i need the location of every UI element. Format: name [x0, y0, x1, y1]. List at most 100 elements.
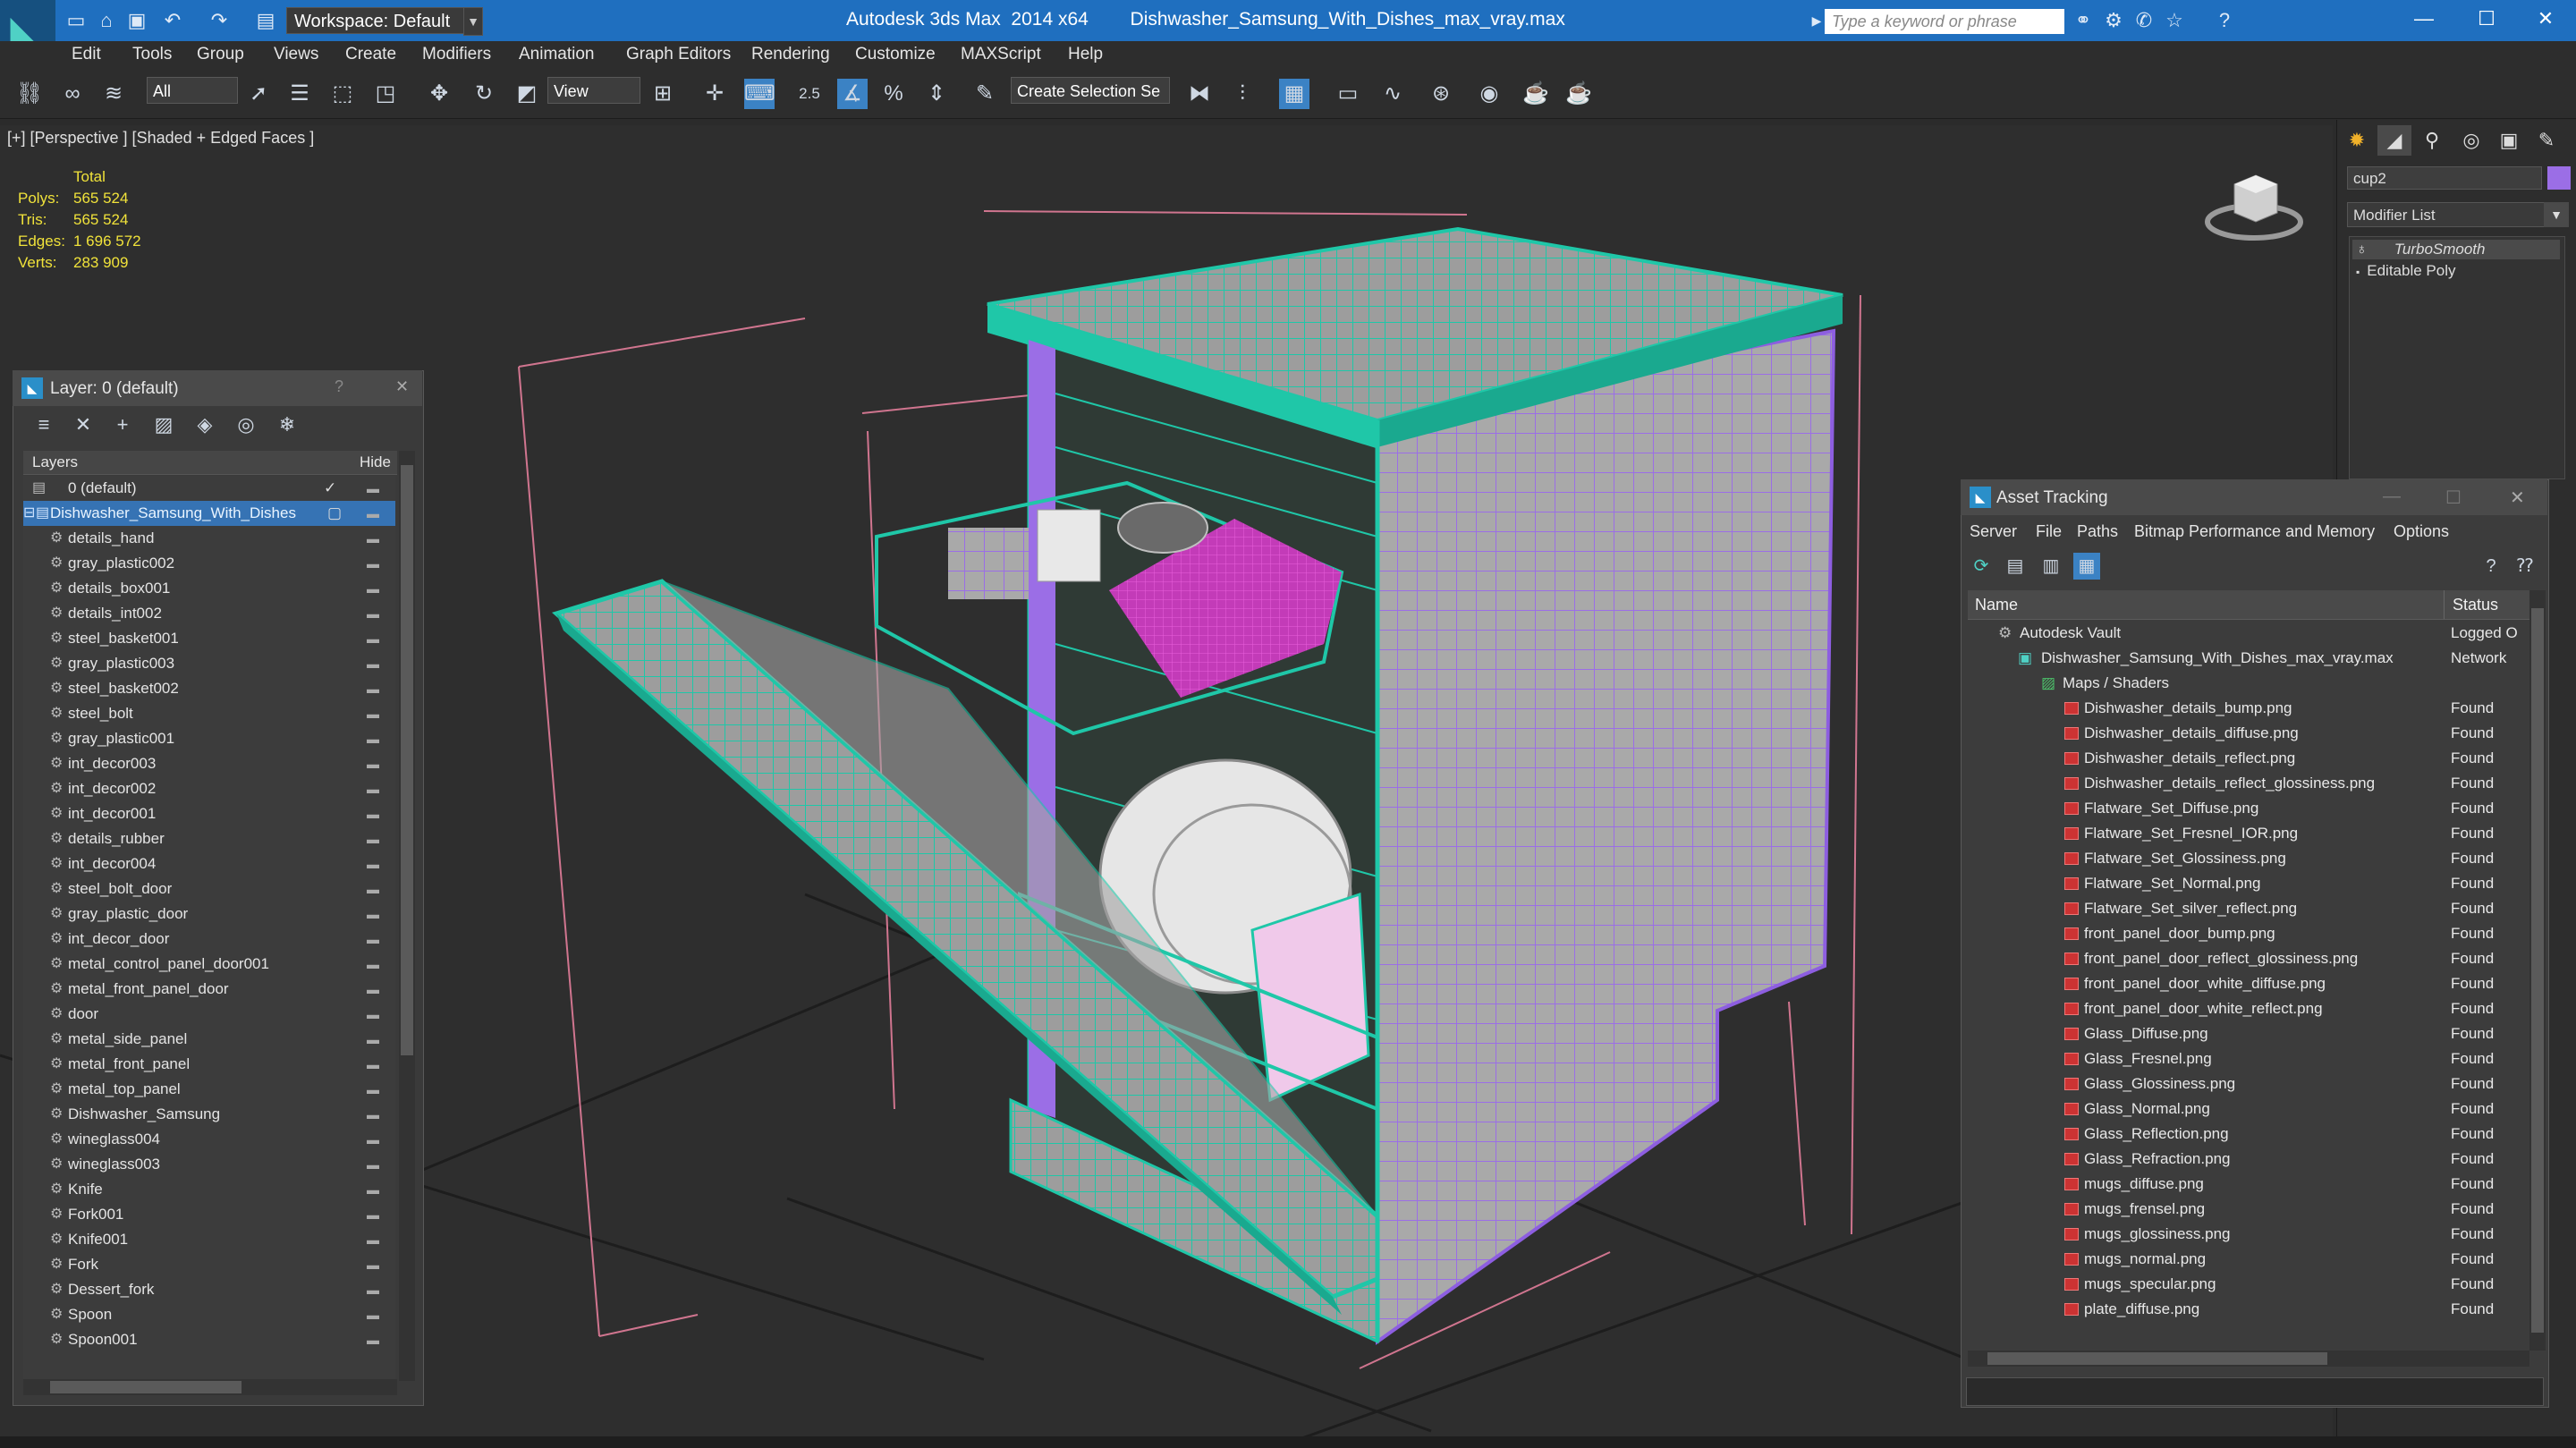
asset-row-png[interactable]: Dishwasher_details_diffuse.png Found	[1968, 721, 2529, 746]
asset-row-png[interactable]: Glass_Normal.png Found	[1968, 1097, 2529, 1122]
status-column-header[interactable]: Status	[2453, 596, 2498, 614]
object-row[interactable]: ⚙ int_decor002 ▬	[23, 776, 395, 801]
asset-row-png[interactable]: front_panel_door_white_reflect.png Found	[1968, 996, 2529, 1021]
hide-toggle[interactable]: ▬	[367, 1127, 379, 1152]
menu-modifiers[interactable]: Modifiers	[422, 45, 491, 64]
object-row[interactable]: ⚙ metal_control_panel_door001 ▬	[23, 952, 395, 977]
current-layer-box[interactable]: ▢	[327, 501, 342, 526]
layer-row-dishwasher[interactable]: ⊟ ▤ Dishwasher_Samsung_With_Dishes ▢ ▬	[23, 501, 395, 526]
edit-named-selection-icon[interactable]: ✎	[970, 79, 1000, 109]
hide-toggle[interactable]: ▬	[367, 927, 379, 952]
help-icon[interactable]: ?	[2213, 9, 2236, 32]
modifier-editable-poly[interactable]: ▪ Editable Poly	[2352, 261, 2560, 281]
object-row[interactable]: ⚙ details_box001 ▬	[23, 576, 395, 601]
object-row[interactable]: ⚙ metal_top_panel ▬	[23, 1077, 395, 1102]
hide-toggle[interactable]: ▬	[367, 1077, 379, 1102]
object-row[interactable]: ⚙ Dishwasher_Samsung ▬	[23, 1102, 395, 1127]
object-row[interactable]: ⚙ gray_plastic_door ▬	[23, 902, 395, 927]
object-row[interactable]: ⚙ Spoon ▬	[23, 1302, 395, 1327]
layer-list-hscroll-thumb[interactable]	[50, 1381, 242, 1393]
details-view-icon[interactable]: ▥	[2038, 553, 2064, 580]
asset-row-png[interactable]: Glass_Fresnel.png Found	[1968, 1046, 2529, 1071]
hide-toggle[interactable]: ▬	[367, 1002, 379, 1027]
project-folder-icon[interactable]: ▤	[254, 9, 277, 32]
hide-toggle[interactable]: ▬	[367, 851, 379, 876]
modifier-list-dropdown[interactable]: Modifier List	[2347, 202, 2560, 227]
hide-toggle[interactable]: ▬	[367, 1177, 379, 1202]
open-file-icon[interactable]: ⌂	[95, 9, 118, 32]
maximize-button[interactable]: ☐	[2469, 5, 2504, 32]
object-row[interactable]: ⚙ steel_bolt ▬	[23, 701, 395, 726]
redo-icon[interactable]: ↷	[208, 9, 231, 32]
asset-row-png[interactable]: Dishwasher_details_reflect.png Found	[1968, 746, 2529, 771]
asset-list-scroll-thumb[interactable]	[2531, 608, 2544, 1333]
viewport-label[interactable]: [+] [Perspective ] [Shaded + Edged Faces…	[7, 129, 314, 148]
highlight-layer-icon[interactable]: ◈	[190, 410, 220, 440]
asset-menu-paths[interactable]: Paths	[2077, 522, 2118, 541]
snaps-toggle-icon[interactable]: 2.5	[794, 79, 825, 109]
hide-toggle[interactable]: ▬	[367, 1277, 379, 1302]
object-row[interactable]: ⚙ wineglass004 ▬	[23, 1127, 395, 1152]
asset-row-png[interactable]: Dishwasher_details_bump.png Found	[1968, 696, 2529, 721]
asset-row-png[interactable]: front_panel_door_reflect_glossiness.png F…	[1968, 946, 2529, 971]
object-row[interactable]: ⚙ int_decor_door ▬	[23, 927, 395, 952]
window-crossing-icon[interactable]: ◳	[370, 79, 401, 109]
asset-row-png[interactable]: plate_diffuse.png Found	[1968, 1297, 2529, 1322]
close-button[interactable]: ✕	[2510, 487, 2525, 509]
selection-filter-dropdown[interactable]: All	[147, 77, 238, 104]
menu-rendering[interactable]: Rendering	[751, 45, 830, 64]
hide-toggle[interactable]: ▬	[367, 1152, 379, 1177]
pivot-center-icon[interactable]: ⊞	[648, 79, 678, 109]
asset-menu-options[interactable]: Options	[2394, 522, 2449, 541]
menu-animation[interactable]: Animation	[519, 45, 595, 64]
list-view-icon[interactable]: ▤	[2002, 553, 2029, 580]
unlink-icon[interactable]: ∞	[57, 79, 88, 109]
object-row[interactable]: ⚙ Dessert_fork ▬	[23, 1277, 395, 1302]
material-editor-icon[interactable]: ◉	[1474, 79, 1504, 109]
table-view-icon[interactable]: ▦	[2073, 553, 2100, 580]
hide-toggle[interactable]: ▬	[367, 801, 379, 826]
object-row[interactable]: ⚙ int_decor004 ▬	[23, 851, 395, 876]
object-row[interactable]: ⚙ gray_plastic003 ▬	[23, 651, 395, 676]
move-icon[interactable]: ✥	[424, 79, 454, 109]
asset-row-png[interactable]: Flatware_Set_Fresnel_IOR.png Found	[1968, 821, 2529, 846]
object-row[interactable]: ⚙ int_decor001 ▬	[23, 801, 395, 826]
hide-toggle[interactable]: ▬	[367, 751, 379, 776]
asset-row-max-file[interactable]: ▣ Dishwasher_Samsung_With_Dishes_max_vray…	[1968, 646, 2529, 671]
object-row[interactable]: ⚙ steel_basket002 ▬	[23, 676, 395, 701]
current-layer-check[interactable]: ✓	[324, 476, 336, 501]
hide-column-header[interactable]: Hide	[360, 453, 391, 471]
workspace-dropdown[interactable]: Workspace: Default	[286, 7, 474, 34]
menu-customize[interactable]: Customize	[855, 45, 936, 64]
render-production-icon[interactable]: ☕	[1563, 79, 1594, 109]
hide-toggle[interactable]: ▬	[367, 726, 379, 751]
object-row[interactable]: ⚙ details_int002 ▬	[23, 601, 395, 626]
object-row[interactable]: ⚙ int_decor003 ▬	[23, 751, 395, 776]
asset-row-png[interactable]: Glass_Diffuse.png Found	[1968, 1021, 2529, 1046]
asset-menu-server[interactable]: Server	[1970, 522, 2017, 541]
motion-tab-icon[interactable]: ◎	[2454, 125, 2488, 156]
graphite-ribbon-icon[interactable]: ▭	[1333, 79, 1363, 109]
hide-toggle[interactable]: ▬	[367, 551, 379, 576]
hide-toggle[interactable]: ▬	[367, 501, 379, 526]
asset-row-png[interactable]: Flatware_Set_silver_reflect.png Found	[1968, 896, 2529, 921]
minimize-button[interactable]: —	[2406, 5, 2442, 32]
undo-icon[interactable]: ↶	[161, 9, 184, 32]
communication-icon[interactable]: ✆	[2132, 9, 2156, 32]
hide-toggle[interactable]: ▬	[367, 626, 379, 651]
asset-row-png[interactable]: Glass_Refraction.png Found	[1968, 1147, 2529, 1172]
delete-layer-icon[interactable]: ✕	[68, 410, 98, 440]
hide-toggle[interactable]: ▬	[367, 601, 379, 626]
hide-toggle[interactable]: ▬	[367, 1102, 379, 1127]
hide-toggle[interactable]: ▬	[367, 701, 379, 726]
favorites-icon[interactable]: ☆	[2163, 9, 2186, 32]
menu-create[interactable]: Create	[345, 45, 396, 64]
asset-row-png[interactable]: Dishwasher_details_reflect_glossiness.pn…	[1968, 771, 2529, 796]
collapse-icon[interactable]: ⊟	[23, 501, 35, 526]
layers-column-header[interactable]: Layers	[32, 453, 78, 471]
spinner-snap-icon[interactable]: ⇕	[921, 79, 952, 109]
binoculars-icon[interactable]: ⚭	[2072, 9, 2095, 32]
schematic-view-icon[interactable]: ⊛	[1426, 79, 1456, 109]
object-color-swatch[interactable]	[2547, 166, 2571, 190]
align-icon[interactable]: ⫶	[1227, 79, 1258, 109]
